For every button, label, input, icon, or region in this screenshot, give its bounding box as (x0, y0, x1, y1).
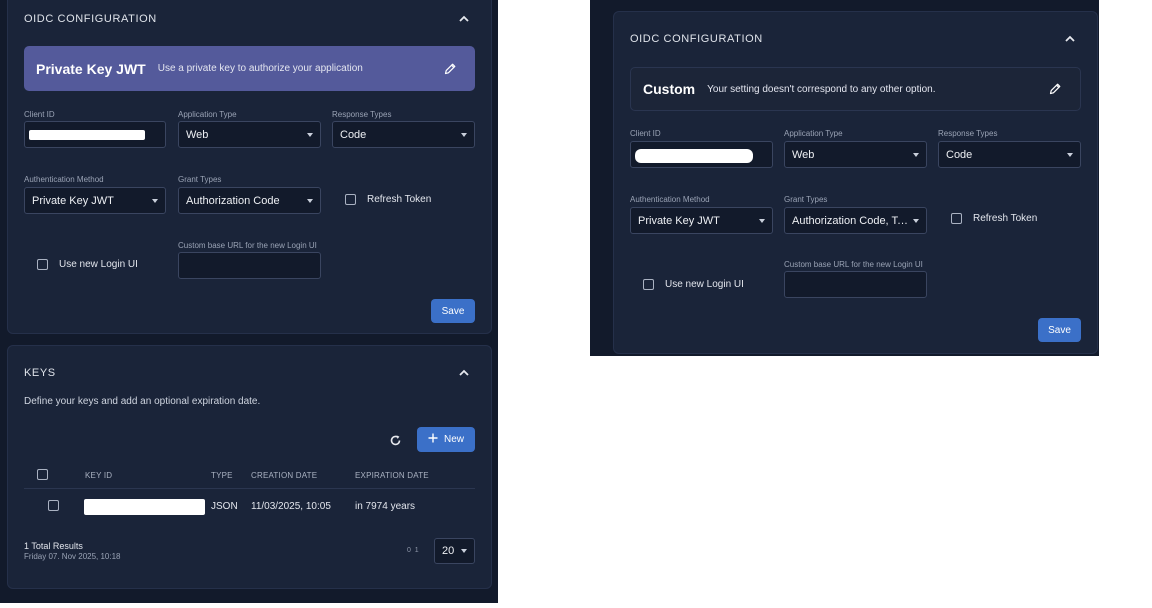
table-row[interactable]: JSON 11/03/2025, 10:05 in 7974 years (24, 490, 475, 524)
banner-title: Custom (643, 81, 696, 97)
chevron-up-icon[interactable] (457, 12, 471, 26)
page-size-value: 20 (442, 545, 455, 557)
dropdown-caret-icon (461, 132, 467, 137)
authentication-method-value: Private Key JWT (32, 194, 114, 207)
total-results: 1 Total Results (24, 541, 83, 551)
application-type-value: Web (792, 148, 815, 161)
authentication-method-select[interactable]: Private Key JWT (24, 187, 166, 214)
grant-types-value: Authorization Code, To... (792, 214, 909, 227)
new-key-button[interactable]: New (417, 427, 475, 452)
client-id-redaction (635, 149, 753, 163)
application-type-label: Application Type (178, 110, 237, 119)
dropdown-caret-icon (152, 198, 158, 203)
row-checkbox[interactable] (48, 500, 59, 511)
custom-base-url-input[interactable] (784, 271, 927, 298)
client-id-label: Client ID (630, 129, 661, 138)
grant-types-select[interactable]: Authorization Code, To... (784, 207, 927, 234)
dropdown-caret-icon (307, 198, 313, 203)
grant-types-label: Grant Types (178, 175, 222, 184)
banner-subtitle: Your setting doesn't correspond to any o… (707, 83, 936, 95)
refresh-token-label: Refresh Token (973, 213, 1038, 224)
response-types-select[interactable]: Code (332, 121, 475, 148)
keys-card-title: KEYS (24, 367, 56, 379)
chevron-up-icon[interactable] (1063, 32, 1077, 46)
response-types-value: Code (946, 148, 973, 161)
edit-pencil-icon[interactable] (1048, 82, 1062, 96)
save-button[interactable]: Save (431, 299, 475, 323)
grant-types-value: Authorization Code (186, 194, 280, 207)
chevron-up-icon[interactable] (457, 366, 471, 380)
dropdown-caret-icon (913, 152, 919, 157)
refresh-icon[interactable] (389, 434, 402, 447)
client-id-redaction (29, 130, 145, 140)
response-types-label: Response Types (938, 129, 998, 138)
keys-description: Define your keys and add an optional exp… (24, 396, 261, 407)
auth-method-banner[interactable]: Custom Your setting doesn't correspond t… (630, 67, 1081, 111)
table-header-divider (24, 488, 475, 489)
dropdown-caret-icon (1067, 152, 1073, 157)
use-new-login-label: Use new Login UI (665, 279, 744, 290)
dropdown-caret-icon (461, 549, 467, 553)
oidc-card-title: OIDC CONFIGURATION (630, 33, 763, 45)
edit-pencil-icon[interactable] (443, 62, 457, 76)
oidc-configuration-card (613, 11, 1098, 354)
plus-icon (428, 433, 438, 446)
application-type-label: Application Type (784, 129, 843, 138)
save-button[interactable]: Save (1038, 318, 1081, 342)
custom-base-url-label: Custom base URL for the new Login UI (178, 241, 317, 250)
response-types-value: Code (340, 128, 367, 141)
custom-base-url-label: Custom base URL for the new Login UI (784, 260, 923, 269)
row-creation-date: 11/03/2025, 10:05 (251, 501, 331, 512)
dropdown-caret-icon (913, 218, 919, 223)
client-id-field[interactable] (24, 121, 166, 148)
application-type-select[interactable]: Web (178, 121, 321, 148)
authentication-method-label: Authentication Method (24, 175, 104, 184)
refresh-token-checkbox[interactable] (345, 194, 356, 205)
response-types-label: Response Types (332, 110, 392, 119)
column-key-id[interactable]: KEY ID (85, 471, 112, 480)
authentication-method-select[interactable]: Private Key JWT (630, 207, 773, 234)
auth-method-banner[interactable]: Private Key JWT Use a private key to aut… (24, 46, 475, 91)
column-expiration-date[interactable]: EXPIRATION DATE (355, 471, 429, 480)
use-new-login-checkbox[interactable] (643, 279, 654, 290)
new-key-label: New (443, 434, 464, 445)
refresh-token-label: Refresh Token (367, 194, 432, 205)
client-id-field[interactable] (630, 141, 773, 168)
authentication-method-label: Authentication Method (630, 195, 710, 204)
page-size-select[interactable]: 20 (434, 538, 475, 564)
grant-types-label: Grant Types (784, 195, 828, 204)
results-timestamp: Friday 07. Nov 2025, 10:18 (24, 552, 121, 561)
dropdown-caret-icon (759, 218, 765, 223)
row-expiration-date: in 7974 years (355, 501, 416, 512)
banner-title: Private Key JWT (36, 60, 146, 77)
key-id-redaction (84, 499, 205, 515)
response-types-select[interactable]: Code (938, 141, 1081, 168)
select-all-checkbox[interactable] (37, 469, 48, 480)
application-type-value: Web (186, 128, 209, 141)
use-new-login-label: Use new Login UI (59, 259, 138, 270)
grant-types-select[interactable]: Authorization Code (178, 187, 321, 214)
oidc-card-title: OIDC CONFIGURATION (24, 13, 157, 25)
banner-subtitle: Use a private key to authorize your appl… (157, 63, 363, 74)
client-id-label: Client ID (24, 110, 55, 119)
application-type-select[interactable]: Web (784, 141, 927, 168)
column-creation-date[interactable]: CREATION DATE (251, 471, 317, 480)
authentication-method-value: Private Key JWT (638, 214, 720, 227)
refresh-token-checkbox[interactable] (951, 213, 962, 224)
pagination-indicator[interactable]: 0 1 (407, 547, 419, 554)
custom-base-url-input[interactable] (178, 252, 321, 279)
dropdown-caret-icon (307, 132, 313, 137)
column-type[interactable]: TYPE (211, 471, 233, 480)
row-type: JSON (211, 501, 238, 512)
use-new-login-checkbox[interactable] (37, 259, 48, 270)
